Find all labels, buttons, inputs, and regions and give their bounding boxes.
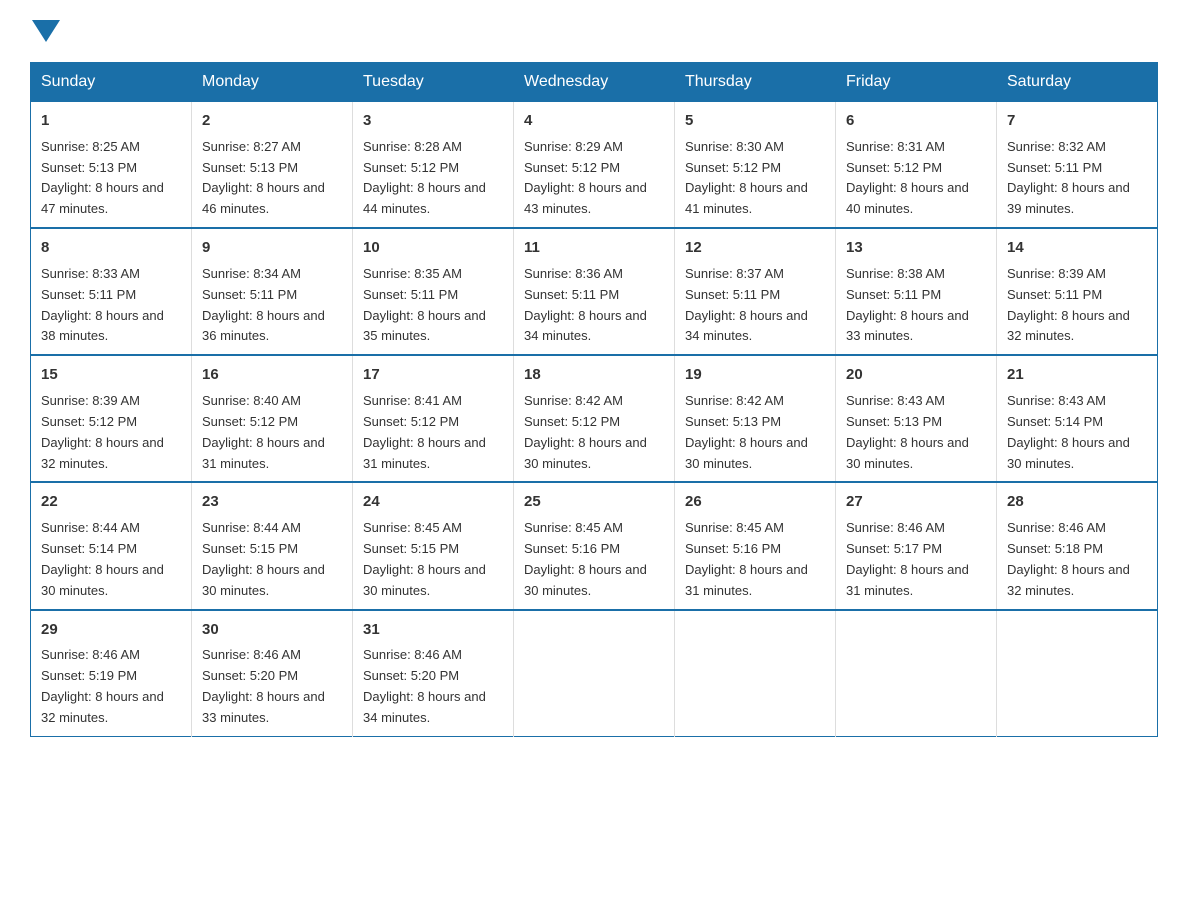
table-row xyxy=(836,610,997,737)
table-row: 20Sunrise: 8:43 AMSunset: 5:13 PMDayligh… xyxy=(836,355,997,482)
calendar-body: 1Sunrise: 8:25 AMSunset: 5:13 PMDaylight… xyxy=(31,102,1158,737)
page-header xyxy=(30,20,1158,42)
table-row: 22Sunrise: 8:44 AMSunset: 5:14 PMDayligh… xyxy=(31,482,192,609)
table-row: 15Sunrise: 8:39 AMSunset: 5:12 PMDayligh… xyxy=(31,355,192,482)
table-row: 11Sunrise: 8:36 AMSunset: 5:11 PMDayligh… xyxy=(514,228,675,355)
table-row xyxy=(514,610,675,737)
calendar-header: Sunday Monday Tuesday Wednesday Thursday… xyxy=(31,63,1158,102)
table-row: 19Sunrise: 8:42 AMSunset: 5:13 PMDayligh… xyxy=(675,355,836,482)
table-row: 24Sunrise: 8:45 AMSunset: 5:15 PMDayligh… xyxy=(353,482,514,609)
table-row: 29Sunrise: 8:46 AMSunset: 5:19 PMDayligh… xyxy=(31,610,192,737)
table-row: 3Sunrise: 8:28 AMSunset: 5:12 PMDaylight… xyxy=(353,102,514,229)
table-row: 2Sunrise: 8:27 AMSunset: 5:13 PMDaylight… xyxy=(192,102,353,229)
col-friday: Friday xyxy=(836,63,997,102)
table-row: 25Sunrise: 8:45 AMSunset: 5:16 PMDayligh… xyxy=(514,482,675,609)
table-row: 26Sunrise: 8:45 AMSunset: 5:16 PMDayligh… xyxy=(675,482,836,609)
col-monday: Monday xyxy=(192,63,353,102)
table-row: 17Sunrise: 8:41 AMSunset: 5:12 PMDayligh… xyxy=(353,355,514,482)
table-row: 6Sunrise: 8:31 AMSunset: 5:12 PMDaylight… xyxy=(836,102,997,229)
table-row: 31Sunrise: 8:46 AMSunset: 5:20 PMDayligh… xyxy=(353,610,514,737)
table-row xyxy=(997,610,1158,737)
table-row: 12Sunrise: 8:37 AMSunset: 5:11 PMDayligh… xyxy=(675,228,836,355)
table-row: 7Sunrise: 8:32 AMSunset: 5:11 PMDaylight… xyxy=(997,102,1158,229)
table-row: 30Sunrise: 8:46 AMSunset: 5:20 PMDayligh… xyxy=(192,610,353,737)
table-row: 13Sunrise: 8:38 AMSunset: 5:11 PMDayligh… xyxy=(836,228,997,355)
table-row: 21Sunrise: 8:43 AMSunset: 5:14 PMDayligh… xyxy=(997,355,1158,482)
col-wednesday: Wednesday xyxy=(514,63,675,102)
table-row: 1Sunrise: 8:25 AMSunset: 5:13 PMDaylight… xyxy=(31,102,192,229)
table-row: 10Sunrise: 8:35 AMSunset: 5:11 PMDayligh… xyxy=(353,228,514,355)
table-row: 28Sunrise: 8:46 AMSunset: 5:18 PMDayligh… xyxy=(997,482,1158,609)
table-row: 14Sunrise: 8:39 AMSunset: 5:11 PMDayligh… xyxy=(997,228,1158,355)
table-row xyxy=(675,610,836,737)
logo-triangle-icon xyxy=(32,20,60,42)
calendar-table: Sunday Monday Tuesday Wednesday Thursday… xyxy=(30,62,1158,737)
col-saturday: Saturday xyxy=(997,63,1158,102)
table-row: 9Sunrise: 8:34 AMSunset: 5:11 PMDaylight… xyxy=(192,228,353,355)
table-row: 16Sunrise: 8:40 AMSunset: 5:12 PMDayligh… xyxy=(192,355,353,482)
col-sunday: Sunday xyxy=(31,63,192,102)
logo xyxy=(30,20,62,42)
table-row: 27Sunrise: 8:46 AMSunset: 5:17 PMDayligh… xyxy=(836,482,997,609)
table-row: 23Sunrise: 8:44 AMSunset: 5:15 PMDayligh… xyxy=(192,482,353,609)
col-thursday: Thursday xyxy=(675,63,836,102)
table-row: 8Sunrise: 8:33 AMSunset: 5:11 PMDaylight… xyxy=(31,228,192,355)
table-row: 18Sunrise: 8:42 AMSunset: 5:12 PMDayligh… xyxy=(514,355,675,482)
table-row: 5Sunrise: 8:30 AMSunset: 5:12 PMDaylight… xyxy=(675,102,836,229)
table-row: 4Sunrise: 8:29 AMSunset: 5:12 PMDaylight… xyxy=(514,102,675,229)
col-tuesday: Tuesday xyxy=(353,63,514,102)
